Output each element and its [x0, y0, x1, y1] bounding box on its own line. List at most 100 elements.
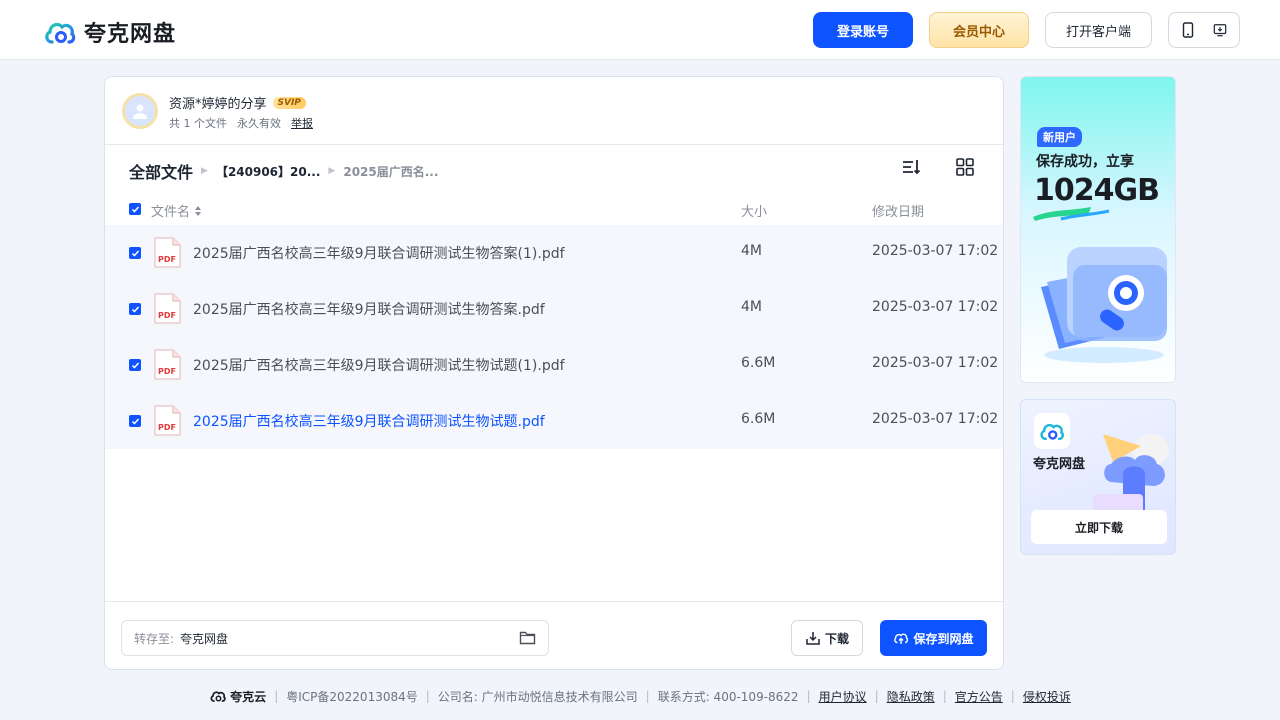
quark-cloud-icon — [210, 691, 226, 702]
table-header: 文件名 大小 修改日期 — [105, 199, 1005, 225]
table-row[interactable]: PDF 2025届广西名校高三年级9月联合调研测试生物答案(1).pdf 4M … — [105, 225, 1003, 281]
new-user-tag: 新用户 — [1037, 127, 1082, 147]
save-location-field[interactable]: 转存至: 夸克网盘 — [121, 620, 549, 656]
row-checkbox[interactable] — [129, 247, 141, 259]
file-date: 2025-03-07 17:02 — [872, 243, 999, 259]
sort-icon[interactable] — [901, 157, 921, 177]
download-now-button[interactable]: 立即下载 — [1031, 510, 1167, 544]
divider: | — [942, 689, 947, 703]
footer-link-terms[interactable]: 用户协议 — [819, 688, 867, 705]
file-name[interactable]: 2025届广西名校高三年级9月联合调研测试生物试题.pdf — [193, 411, 545, 431]
file-name[interactable]: 2025届广西名校高三年级9月联合调研测试生物试题(1).pdf — [193, 355, 565, 375]
user-icon — [133, 104, 147, 119]
folder-illustration-icon — [1041, 247, 1167, 363]
breadcrumb-item[interactable]: 【240906】20... — [216, 163, 320, 180]
svip-badge: SVIP — [272, 96, 306, 109]
row-checkbox[interactable] — [129, 359, 141, 371]
file-name[interactable]: 2025届广西名校高三年级9月联合调研测试生物答案(1).pdf — [193, 243, 565, 263]
icp-number[interactable]: 粤ICP备2022013084号 — [286, 688, 418, 705]
action-bar: 转存至: 夸克网盘 下载 保存到网盘 — [105, 601, 1003, 669]
file-date: 2025-03-07 17:02 — [872, 355, 999, 371]
footer-brand: 夸克云 — [209, 688, 266, 705]
cloud-upload-icon — [894, 633, 909, 644]
pdf-file-icon: PDF — [154, 237, 181, 268]
file-size: 6.6M — [741, 411, 776, 427]
file-list: PDF 2025届广西名校高三年级9月联合调研测试生物答案(1).pdf 4M … — [105, 225, 1003, 449]
check-icon — [131, 418, 139, 425]
table-row[interactable]: PDF 2025届广西名校高三年级9月联合调研测试生物试题.pdf 6.6M 2… — [105, 393, 1003, 449]
save-to-label: 转存至: — [134, 631, 175, 646]
pdf-file-icon: PDF — [154, 293, 181, 324]
quark-cloud-icon — [1040, 423, 1064, 441]
desktop-icon[interactable] — [1213, 22, 1227, 38]
column-name-label: 文件名 — [151, 205, 191, 220]
save-to-value: 夸克网盘 — [180, 631, 229, 646]
breadcrumb-current: 2025届广西名... — [343, 164, 439, 179]
divider: | — [274, 689, 279, 703]
check-icon — [131, 306, 139, 313]
pdf-file-icon: PDF — [154, 349, 181, 380]
svg-text:PDF: PDF — [158, 255, 176, 264]
file-name[interactable]: 2025届广西名校高三年级9月联合调研测试生物答案.pdf — [193, 299, 545, 319]
footer-link-announcements[interactable]: 官方公告 — [955, 688, 1003, 705]
share-header: 资源*婷婷的分享 SVIP 共 1 个文件 永久有效 举报 — [105, 77, 1003, 145]
login-button[interactable]: 登录账号 — [813, 12, 913, 48]
grid-view-icon[interactable] — [955, 157, 975, 177]
app-download-banner[interactable]: 夸克网盘 立即下载 — [1020, 399, 1176, 555]
column-size: 大小 — [741, 205, 768, 220]
file-count: 共 1 个文件 — [169, 117, 227, 130]
footer-link-privacy[interactable]: 隐私政策 — [887, 688, 935, 705]
row-checkbox[interactable] — [129, 303, 141, 315]
save-label: 保存到网盘 — [913, 631, 974, 646]
swoosh-decoration — [1033, 207, 1110, 221]
file-date: 2025-03-07 17:02 — [872, 299, 999, 315]
svg-text:PDF: PDF — [158, 367, 176, 376]
file-size: 6.6M — [741, 355, 776, 371]
sort-arrows-icon — [195, 205, 202, 216]
share-meta: 共 1 个文件 永久有效 举报 — [169, 115, 313, 131]
select-all-checkbox[interactable] — [129, 203, 141, 215]
divider: | — [806, 689, 811, 703]
mobile-icon[interactable] — [1181, 22, 1195, 38]
breadcrumb-root[interactable]: 全部文件 — [129, 159, 193, 183]
validity: 永久有效 — [237, 117, 281, 130]
chevron-right-icon: ▶ — [201, 166, 208, 176]
avatar — [122, 93, 158, 129]
promo-line: 保存成功，立享 — [1036, 154, 1134, 170]
save-to-drive-button[interactable]: 保存到网盘 — [880, 620, 987, 656]
footer-link-infringement[interactable]: 侵权投诉 — [1023, 688, 1071, 705]
row-checkbox[interactable] — [129, 415, 141, 427]
column-date: 修改日期 — [872, 205, 925, 220]
chevron-right-icon: ▶ — [328, 166, 336, 176]
svg-text:PDF: PDF — [158, 311, 176, 320]
contact-info: 联系方式: 400-109-8622 — [657, 689, 799, 704]
file-size: 4M — [741, 243, 762, 259]
new-user-promo-banner[interactable]: 新用户 保存成功，立享 1024GB — [1020, 76, 1176, 383]
site-footer: 夸克云 | 粤ICP备2022013084号 | 公司名: 广州市动悦信息技术有… — [0, 686, 1280, 706]
check-icon — [131, 250, 139, 257]
folder-icon[interactable] — [519, 630, 536, 645]
quark-cloud-icon — [45, 22, 76, 44]
table-row[interactable]: PDF 2025届广西名校高三年级9月联合调研测试生物答案.pdf 4M 202… — [105, 281, 1003, 337]
divider: | — [425, 689, 430, 703]
divider: | — [874, 689, 879, 703]
breadcrumb: 全部文件 ▶ 【240906】20... ▶ 2025届广西名... — [129, 159, 438, 183]
divider: | — [645, 689, 650, 703]
table-row[interactable]: PDF 2025届广西名校高三年级9月联合调研测试生物试题(1).pdf 6.6… — [105, 337, 1003, 393]
svg-text:PDF: PDF — [158, 423, 176, 432]
view-tools — [901, 157, 975, 177]
divider: | — [1010, 689, 1015, 703]
vip-center-button[interactable]: 会员中心 — [929, 12, 1029, 48]
download-button[interactable]: 下载 — [791, 620, 863, 656]
app-name: 夸克网盘 — [1033, 457, 1086, 472]
app-logo — [1034, 413, 1070, 449]
company-name: 公司名: 广州市动悦信息技术有限公司 — [437, 689, 638, 704]
open-client-button[interactable]: 打开客户端 — [1045, 12, 1152, 48]
footer-brand-name: 夸克云 — [230, 689, 267, 704]
check-icon — [131, 362, 139, 369]
report-link[interactable]: 举报 — [291, 115, 313, 131]
brand-logo[interactable]: 夸克网盘 — [44, 16, 176, 48]
file-date: 2025-03-07 17:02 — [872, 411, 999, 427]
column-name[interactable]: 文件名 — [151, 201, 202, 220]
download-icon — [806, 632, 820, 645]
